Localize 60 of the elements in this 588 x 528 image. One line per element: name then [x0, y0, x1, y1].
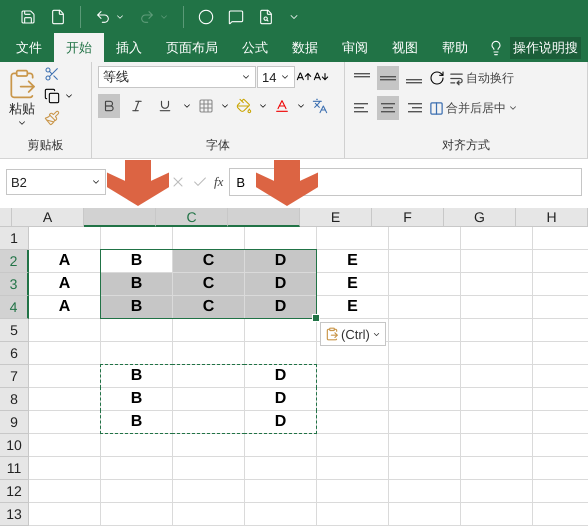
- row-header[interactable]: 13: [0, 503, 29, 526]
- table-cell: C: [173, 296, 245, 319]
- table-cell: B: [101, 388, 173, 411]
- row-header[interactable]: 1: [0, 227, 29, 250]
- table-cell: C: [173, 250, 245, 273]
- table-cell: B: [101, 296, 173, 319]
- name-box[interactable]: B2: [6, 169, 106, 195]
- row-header[interactable]: 12: [0, 480, 29, 503]
- wrap-text-button[interactable]: 自动换行: [449, 66, 514, 90]
- merge-center-button[interactable]: 合并后居中: [429, 96, 518, 120]
- insert-function-button[interactable]: fx: [214, 174, 224, 190]
- row-header[interactable]: 11: [0, 457, 29, 480]
- ribbon-tab[interactable]: 审阅: [330, 33, 380, 62]
- font-size-field[interactable]: 14: [257, 66, 295, 88]
- table-cell: B: [101, 250, 173, 273]
- table-cell: D: [245, 411, 317, 434]
- row-header[interactable]: 5: [0, 319, 29, 342]
- table-cell: A: [29, 273, 101, 296]
- table-cell: D: [245, 250, 317, 273]
- table-cell: E: [317, 296, 389, 319]
- table-cell: D: [245, 388, 317, 411]
- ribbon-tab[interactable]: 文件: [4, 33, 54, 62]
- ribbon-tab[interactable]: 公式: [230, 33, 280, 62]
- column-header[interactable]: H: [516, 208, 588, 227]
- column-header[interactable]: C: [156, 208, 228, 227]
- tell-me-search[interactable]: 操作说明搜: [510, 36, 581, 58]
- row-header[interactable]: 6: [0, 342, 29, 365]
- font-name-field[interactable]: 等线: [98, 66, 256, 88]
- column-header[interactable]: G: [444, 208, 516, 227]
- paste-options-button[interactable]: (Ctrl): [320, 322, 386, 346]
- table-cell: D: [245, 365, 317, 388]
- table-cell: D: [245, 296, 317, 319]
- ribbon-tab[interactable]: 页面布局: [154, 33, 230, 62]
- group-label: 剪贴板: [26, 137, 64, 154]
- row-header[interactable]: 4: [0, 296, 29, 319]
- table-cell: A: [29, 296, 101, 319]
- ribbon-tab[interactable]: 帮助: [430, 33, 480, 62]
- column-header[interactable]: A: [12, 208, 84, 227]
- table-cell: E: [317, 273, 389, 296]
- column-header[interactable]: E: [300, 208, 372, 227]
- table-cell: B: [101, 411, 173, 434]
- table-cell: B: [101, 365, 173, 388]
- ribbon-tab[interactable]: 开始: [54, 33, 104, 62]
- table-cell: D: [245, 273, 317, 296]
- table-cell: B: [101, 273, 173, 296]
- ribbon-tab[interactable]: 数据: [280, 33, 330, 62]
- table-cell: C: [173, 273, 245, 296]
- ribbon-tab[interactable]: 视图: [380, 33, 430, 62]
- ribbon-tab[interactable]: 插入: [104, 33, 154, 62]
- row-header[interactable]: 2: [0, 250, 29, 273]
- row-header[interactable]: 9: [0, 411, 29, 434]
- paste-button[interactable]: 粘贴: [6, 66, 38, 137]
- row-header[interactable]: 7: [0, 365, 29, 388]
- group-label: 对齐方式: [441, 137, 491, 154]
- row-header[interactable]: 8: [0, 388, 29, 411]
- column-header[interactable]: F: [372, 208, 444, 227]
- row-header[interactable]: 10: [0, 434, 29, 457]
- row-header[interactable]: 3: [0, 273, 29, 296]
- group-label: 字体: [205, 137, 231, 154]
- table-cell: E: [317, 250, 389, 273]
